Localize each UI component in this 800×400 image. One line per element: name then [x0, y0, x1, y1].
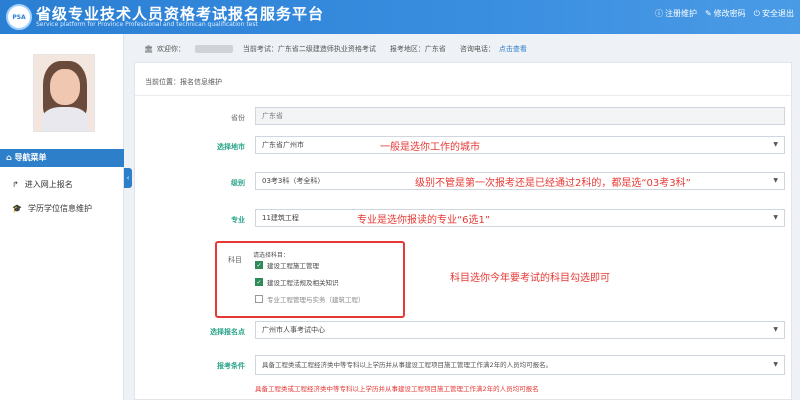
checkbox-checked-icon: ✓ — [255, 261, 263, 269]
city-label: 选择地市 — [217, 143, 245, 151]
phone-label: 咨询电话： — [459, 45, 495, 53]
breadcrumb: 当前位置：报名信息维护 — [145, 78, 222, 86]
subject-label: 专业工程管理与实务（建筑工程） — [267, 296, 365, 304]
subject-checkbox-practice[interactable]: 专业工程管理与实务（建筑工程） — [255, 294, 365, 304]
site-value: 广州市人事考试中心 — [262, 326, 325, 334]
province-value: 广东省 — [262, 112, 283, 120]
register-maintain-link[interactable]: ⓘ 注册维护 — [655, 8, 697, 19]
logout-label: 安全退出 — [762, 9, 794, 18]
condition-value: 具备工程类或工程经济类中等专科以上学历并从事建设工程项目施工管理工作满2年的人员… — [262, 361, 553, 369]
divider — [135, 95, 791, 96]
share-icon: ↱ — [12, 180, 19, 189]
major-annotation: 专业是选你报读的专业“6选1” — [357, 215, 491, 226]
top-header: PSA 省级专业技术人员资格考试报名服务平台 Service platform … — [0, 0, 800, 34]
logout-link[interactable]: ⏻ 安全退出 — [754, 8, 794, 19]
top-links: ⓘ 注册维护 ✎ 修改密码 ⏻ 安全退出 — [655, 8, 794, 19]
main-panel: 当前位置：报名信息维护 省份 广东省 选择地市 广东省广州市 ▼ 一般是选你工作… — [134, 62, 792, 400]
chevron-down-icon: ▼ — [773, 326, 778, 333]
province-label: 省份 — [231, 114, 245, 122]
nav-header: ⌂ 导航菜单 — [0, 149, 124, 167]
sidebar-item-label: 进入网上报名 — [24, 180, 73, 189]
subjects-label: 科目 — [228, 256, 242, 264]
major-label: 专业 — [231, 216, 245, 224]
sidebar-item-education-info[interactable]: 🎓 学历学位信息维护 — [0, 200, 124, 218]
province-field: 广东省 — [255, 107, 785, 125]
city-annotation: 一般是选你工作的城市 — [380, 142, 480, 153]
level-annotation: 级别不管是第一次报考还是已经通过2科的，都是选“03考3科” — [415, 178, 691, 189]
checkbox-unchecked-icon — [255, 295, 263, 303]
sidebar-item-online-registration[interactable]: ↱ 进入网上报名 — [0, 176, 124, 194]
change-password-label: 修改密码 — [713, 9, 746, 18]
site-select[interactable]: 广州市人事考试中心 ▼ — [255, 321, 785, 339]
chevron-down-icon: ▼ — [773, 141, 778, 148]
graduation-icon: 🎓 — [12, 204, 22, 213]
bank-icon: 🏛 — [144, 45, 153, 53]
chevron-left-icon: ‹ — [126, 174, 130, 182]
site-subtitle: Service platform for Province Profession… — [36, 21, 258, 28]
subject-checkbox-regulations[interactable]: ✓ 建设工程法规及相关知识 — [255, 277, 339, 287]
avatar — [33, 54, 95, 132]
subjects-title: 请选择科目： — [253, 252, 290, 259]
subjects-annotation: 科目选你今年要考试的科目勾选即可 — [450, 273, 610, 284]
site-logo: PSA — [6, 4, 32, 30]
user-name-blurred — [194, 45, 233, 53]
sidebar-collapse-button[interactable]: ‹ — [124, 168, 132, 188]
phone-view-link[interactable]: 点击查看 — [499, 44, 527, 54]
site-label: 选择报名点 — [210, 328, 245, 336]
chevron-down-icon: ▼ — [773, 361, 778, 368]
power-icon: ⏻ — [753, 8, 760, 18]
sidebar: ⌂ 导航菜单 ↱ 进入网上报名 🎓 学历学位信息维护 — [0, 34, 124, 400]
subject-label: 建设工程施工管理 — [267, 262, 319, 270]
major-select[interactable]: 11建筑工程 ▼ — [255, 209, 785, 227]
info-bar: 🏛 欢迎你： 当前考试：广东省二级建造师执业资格考试 报考地区：广东省 咨询电话… — [134, 40, 792, 58]
level-label: 级别 — [231, 179, 245, 187]
welcome-label: 欢迎你： — [156, 45, 185, 53]
chevron-down-icon: ▼ — [773, 214, 778, 221]
home-icon: ⌂ — [6, 153, 15, 162]
major-value: 11建筑工程 — [262, 214, 299, 222]
level-value: 03考3科（考全科） — [262, 177, 325, 185]
exam-region: 报考地区：广东省 — [389, 45, 446, 53]
condition-warning: 具备工程类或工程经济类中等专科以上学历并从事建设工程项目施工管理工作满2年的人员… — [255, 385, 539, 393]
checkbox-checked-icon: ✓ — [255, 278, 263, 286]
condition-select[interactable]: 具备工程类或工程经济类中等专科以上学历并从事建设工程项目施工管理工作满2年的人员… — [255, 355, 785, 375]
sidebar-item-label: 学历学位信息维护 — [27, 204, 92, 213]
change-password-link[interactable]: ✎ 修改密码 — [705, 8, 746, 19]
chevron-down-icon: ▼ — [773, 177, 778, 184]
city-select[interactable]: 广东省广州市 ▼ — [255, 136, 785, 154]
current-exam: 当前考试：广东省二级建造师执业资格考试 — [242, 45, 376, 53]
nav-header-label: 导航菜单 — [14, 153, 47, 162]
condition-label: 报考条件 — [217, 362, 245, 370]
info-icon: ⓘ — [654, 9, 663, 18]
edit-icon: ✎ — [704, 9, 712, 18]
city-value: 广东省广州市 — [262, 141, 304, 149]
subject-checkbox-construction-management[interactable]: ✓ 建设工程施工管理 — [255, 260, 319, 270]
subject-label: 建设工程法规及相关知识 — [267, 279, 339, 287]
register-maintain-label: 注册维护 — [664, 9, 697, 18]
